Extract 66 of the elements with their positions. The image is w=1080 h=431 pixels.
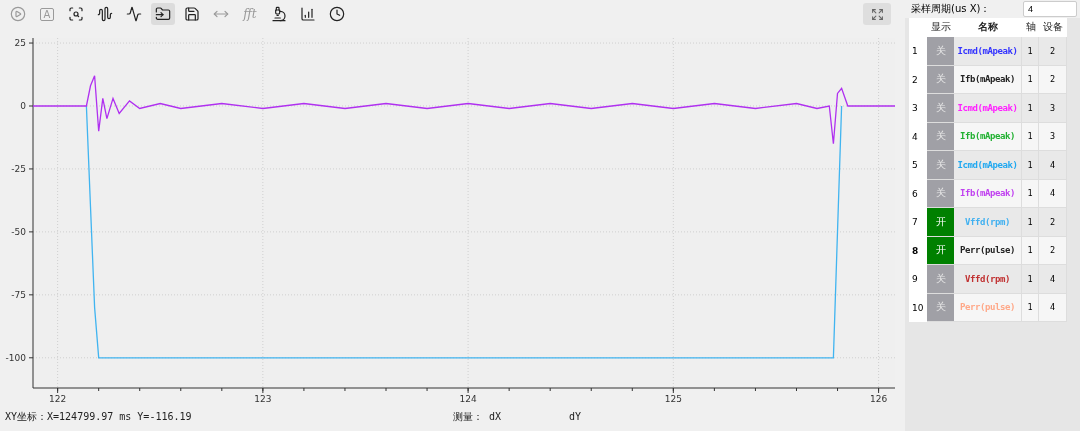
axis-cell: 1 <box>1022 179 1039 208</box>
row-number[interactable]: 10 <box>909 293 927 322</box>
y-tick-label: 0 <box>20 101 26 111</box>
signal-name: Ifb(mApeak) <box>959 131 1016 142</box>
device-cell: 4 <box>1039 151 1067 180</box>
signal-name: Vffd(rpm) <box>964 216 1011 227</box>
signal-name: Icmd(mApeak) <box>957 102 1018 113</box>
axis-cell: 1 <box>1022 37 1039 66</box>
row-number[interactable]: 6 <box>909 179 927 208</box>
column-header: 名称 <box>954 18 1022 37</box>
row-number[interactable]: 3 <box>909 94 927 123</box>
dy-label: dY <box>569 411 582 422</box>
device-cell: 4 <box>1039 293 1067 322</box>
axis-cell: 1 <box>1022 151 1039 180</box>
fullscreen-icon <box>870 7 884 21</box>
column-header: 显示 <box>927 18 954 37</box>
axis-cell: 1 <box>1022 65 1039 94</box>
axis-cell: 1 <box>1022 94 1039 123</box>
device-cell: 3 <box>1039 94 1067 123</box>
row-number[interactable]: 7 <box>909 208 927 237</box>
measure-label: 测量： <box>453 409 483 424</box>
y-tick-label: 25 <box>14 38 26 49</box>
row-number[interactable]: 5 <box>909 151 927 180</box>
signal-name: Vffd(rpm) <box>964 273 1011 284</box>
toolbar-folder-icon[interactable] <box>151 3 175 25</box>
device-cell: 2 <box>1039 65 1067 94</box>
signal-name: Ifb(mApeak) <box>959 188 1016 199</box>
device-cell: 2 <box>1039 37 1067 66</box>
display-toggle[interactable]: 开 <box>927 208 954 237</box>
signal-name: Perr(pulse) <box>959 302 1016 313</box>
device-cell: 4 <box>1039 265 1067 294</box>
x-tick-label: 126 <box>870 394 888 402</box>
y-tick-label: -100 <box>5 352 26 363</box>
fullscreen-button[interactable] <box>863 3 891 25</box>
y-tick-label: -50 <box>11 226 26 237</box>
device-cell: 2 <box>1039 208 1067 237</box>
x-tick-label: 123 <box>254 394 272 402</box>
column-header: 轴 <box>1022 18 1039 37</box>
row-number[interactable]: 9 <box>909 265 927 294</box>
device-cell: 2 <box>1039 236 1067 265</box>
axis-cell: 1 <box>1022 208 1039 237</box>
signal-name: Ifb(mApeak) <box>959 74 1016 85</box>
sample-period-label: 采样周期(us X)： <box>911 2 992 16</box>
sample-period-field[interactable]: 4 <box>1023 1 1077 17</box>
axis-cell: 1 <box>1022 236 1039 265</box>
x-tick-label: 122 <box>49 394 67 402</box>
axis-cell: 1 <box>1022 265 1039 294</box>
x-tick-label: 124 <box>459 394 477 402</box>
row-number[interactable]: 1 <box>909 37 927 66</box>
y-tick-label: -25 <box>11 163 26 174</box>
axis-cell: 1 <box>1022 122 1039 151</box>
axis-cell: 1 <box>1022 293 1039 322</box>
signal-name: Perr(pulse) <box>959 245 1016 256</box>
signal-name: Icmd(mApeak) <box>957 45 1018 56</box>
dx-label: dX <box>489 411 503 422</box>
column-header: 设备 <box>1039 18 1067 37</box>
device-cell: 4 <box>1039 179 1067 208</box>
row-number[interactable]: 2 <box>909 65 927 94</box>
row-number[interactable]: 8 <box>909 236 927 265</box>
x-tick-label: 125 <box>664 394 682 402</box>
display-toggle[interactable]: 开 <box>927 236 954 265</box>
signal-name: Icmd(mApeak) <box>957 159 1018 170</box>
coordinates-text: XY坐标：X=124799.97 ms Y=-116.19 <box>5 409 193 424</box>
row-number[interactable]: 4 <box>909 122 927 151</box>
y-tick-label: -75 <box>11 289 26 300</box>
device-cell: 3 <box>1039 122 1067 151</box>
